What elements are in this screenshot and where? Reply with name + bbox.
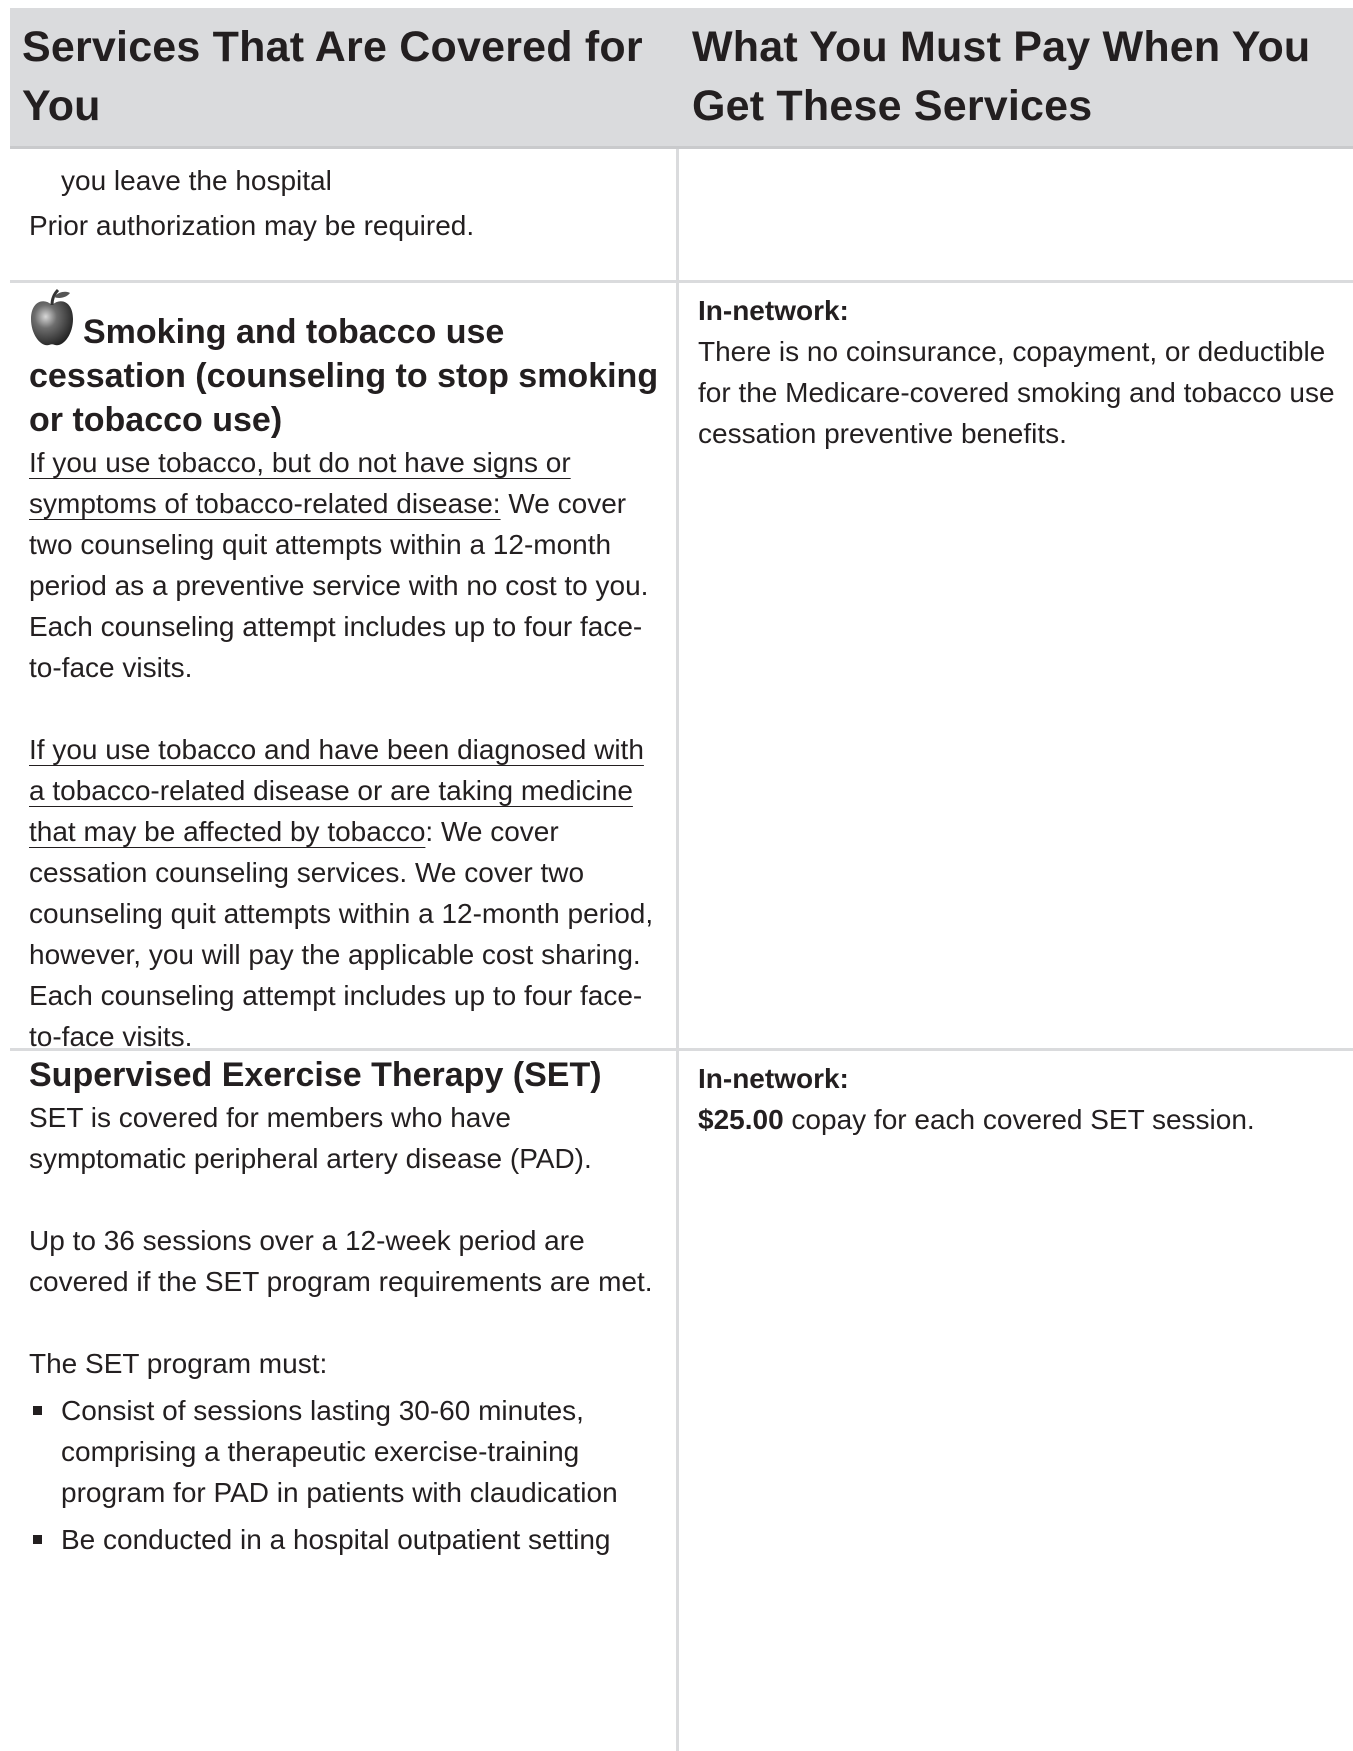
set-in-network-label: In-network: <box>698 1063 849 1094</box>
set-paragraph-2: Up to 36 sessions over a 12-week period … <box>29 1225 653 1297</box>
smoking-paragraph-2: If you use tobacco and have been diagnos… <box>29 729 666 1057</box>
continued-cost-cell <box>679 149 1353 280</box>
smoking-in-network-label: In-network: <box>698 295 849 326</box>
set-title: Supervised Exercise Therapy (SET) <box>29 1056 602 1094</box>
header-services-column: Services That Are Covered for You <box>10 8 669 146</box>
set-service-cell: Supervised Exercise Therapy (SET) SET is… <box>10 1051 679 1751</box>
header-payment-column: What You Must Pay When You Get These Ser… <box>669 8 1353 146</box>
table-header: Services That Are Covered for You What Y… <box>10 8 1353 149</box>
table-row-continued: you leave the hospital Prior authorizati… <box>10 149 1353 283</box>
smoking-cost-cell: In-network: There is no coinsurance, cop… <box>679 283 1353 1048</box>
set-copay-text: $25.00 copay for each covered SET sessio… <box>698 1099 1344 1140</box>
set-copay-amount: $25.00 <box>698 1104 784 1135</box>
list-item: Consist of sessions lasting 30-60 minute… <box>29 1390 666 1513</box>
header-payment-label: What You Must Pay When You Get These Ser… <box>692 23 1311 130</box>
smoking-paragraph-1: If you use tobacco, but do not have sign… <box>29 442 666 688</box>
set-paragraph-1: SET is covered for members who have symp… <box>29 1102 592 1174</box>
set-paragraph-3: The SET program must: <box>29 1348 328 1379</box>
apple-icon <box>29 287 75 349</box>
smoking-cost-text: There is no coinsurance, copayment, or d… <box>698 336 1335 449</box>
list-item-text: Be conducted in a hospital outpatient se… <box>61 1524 611 1555</box>
continued-service-cell: you leave the hospital Prior authorizati… <box>10 149 679 280</box>
benefits-chart: Services That Are Covered for You What Y… <box>10 8 1353 1751</box>
list-item-text: Consist of sessions lasting 30-60 minute… <box>61 1395 618 1508</box>
smoking-condition-1: If you use tobacco, but do not have sign… <box>29 447 571 519</box>
list-item: Be conducted in a hospital outpatient se… <box>29 1519 666 1560</box>
header-services-label: Services That Are Covered for You <box>22 23 643 130</box>
prior-authorization-note: Prior authorization may be required. <box>29 210 475 241</box>
smoking-title: Smoking and tobacco use cessation (couns… <box>29 287 666 442</box>
table-row-smoking: Smoking and tobacco use cessation (couns… <box>10 283 1353 1052</box>
smoking-service-cell: Smoking and tobacco use cessation (couns… <box>10 283 679 1052</box>
table-row-set: Supervised Exercise Therapy (SET) SET is… <box>10 1051 1353 1751</box>
bullet-icon <box>33 1535 42 1544</box>
smoking-coverage-2: : We cover cessation counseling services… <box>29 816 654 1052</box>
set-cost-cell: In-network: $25.00 copay for each covere… <box>679 1051 1353 1751</box>
bullet-icon <box>33 1406 42 1415</box>
smoking-title-text: Smoking and tobacco use cessation (couns… <box>29 313 659 439</box>
set-copay-description: copay for each covered SET session. <box>783 1104 1255 1135</box>
set-requirements-list: Consist of sessions lasting 30-60 minute… <box>29 1390 666 1560</box>
continued-line: you leave the hospital <box>61 165 332 196</box>
